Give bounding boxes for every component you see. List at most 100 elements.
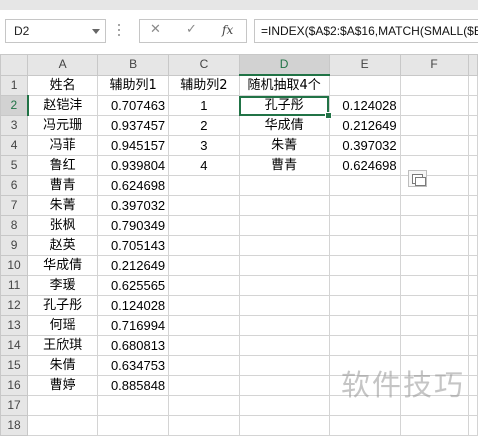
row-header-17[interactable]: 17 <box>0 395 29 416</box>
cell-e5[interactable]: 0.624698 <box>328 155 401 176</box>
cell-d11[interactable] <box>238 275 330 296</box>
cell-c11[interactable] <box>168 275 240 296</box>
cell-c18[interactable] <box>168 415 240 436</box>
cell-d14[interactable] <box>238 335 330 356</box>
cell-d1[interactable]: 随机抽取4个 <box>238 74 330 96</box>
cell-d5[interactable]: 曹青 <box>238 155 330 176</box>
confirm-icon[interactable]: ✓ <box>186 22 197 37</box>
cell-f18[interactable] <box>399 415 469 436</box>
cell-edge[interactable] <box>467 315 478 336</box>
row-header-6[interactable]: 6 <box>0 175 29 196</box>
row-header-13[interactable]: 13 <box>0 315 29 336</box>
cell-a18[interactable] <box>27 415 99 436</box>
cell-b12[interactable]: 0.124028 <box>97 295 170 316</box>
row-header-11[interactable]: 11 <box>0 275 29 296</box>
cell-b17[interactable] <box>97 395 170 416</box>
cell-a9[interactable]: 赵英 <box>27 235 99 256</box>
row-header-18[interactable]: 18 <box>0 415 29 436</box>
cell-edge[interactable] <box>467 295 478 316</box>
cell-edge[interactable] <box>467 74 478 96</box>
cell-d10[interactable] <box>238 255 330 276</box>
cell-d4[interactable]: 朱菁 <box>238 135 330 156</box>
cell-a16[interactable]: 曹婷 <box>27 375 99 396</box>
cell-b3[interactable]: 0.937457 <box>97 115 170 136</box>
cell-e13[interactable] <box>328 315 401 336</box>
cell-a2[interactable]: 赵铠沣 <box>27 95 99 116</box>
cell-f14[interactable] <box>399 335 469 356</box>
cell-edge[interactable] <box>467 155 478 176</box>
cell-b5[interactable]: 0.939804 <box>97 155 170 176</box>
column-header-c[interactable]: C <box>168 54 240 76</box>
row-header-3[interactable]: 3 <box>0 115 29 136</box>
cell-b16[interactable]: 0.885848 <box>97 375 170 396</box>
cell-e9[interactable] <box>328 235 401 256</box>
splitter-handle[interactable] <box>117 24 121 38</box>
cell-b8[interactable]: 0.790349 <box>97 215 170 236</box>
select-all-corner[interactable] <box>0 54 29 76</box>
cell-f10[interactable] <box>399 255 469 276</box>
cell-b14[interactable]: 0.680813 <box>97 335 170 356</box>
cell-edge[interactable] <box>467 275 478 296</box>
cell-b1[interactable]: 辅助列1 <box>97 74 170 96</box>
row-header-9[interactable]: 9 <box>0 235 29 256</box>
cell-a12[interactable]: 孔子彤 <box>27 295 99 316</box>
cell-c3[interactable]: 2 <box>168 115 240 136</box>
cell-c2[interactable]: 1 <box>168 95 240 116</box>
cell-c6[interactable] <box>168 175 240 196</box>
cell-d6[interactable] <box>238 175 330 196</box>
cell-d13[interactable] <box>238 315 330 336</box>
cell-e14[interactable] <box>328 335 401 356</box>
cell-e6[interactable] <box>328 175 401 196</box>
cell-d3[interactable]: 华成倩 <box>238 115 330 136</box>
cell-edge[interactable] <box>467 415 478 436</box>
cell-edge[interactable] <box>467 235 478 256</box>
row-header-15[interactable]: 15 <box>0 355 29 376</box>
cell-c9[interactable] <box>168 235 240 256</box>
cell-a14[interactable]: 王欣琪 <box>27 335 99 356</box>
column-header-b[interactable]: B <box>97 54 170 76</box>
cell-a5[interactable]: 鲁红 <box>27 155 99 176</box>
cell-f8[interactable] <box>399 215 469 236</box>
cell-e11[interactable] <box>328 275 401 296</box>
cell-a6[interactable]: 曹青 <box>27 175 99 196</box>
cell-c16[interactable] <box>168 375 240 396</box>
row-header-5[interactable]: 5 <box>0 155 29 176</box>
cell-c14[interactable] <box>168 335 240 356</box>
cell-c13[interactable] <box>168 315 240 336</box>
cell-c5[interactable]: 4 <box>168 155 240 176</box>
cell-e1[interactable] <box>328 74 401 96</box>
row-header-4[interactable]: 4 <box>0 135 29 156</box>
cell-d7[interactable] <box>238 195 330 216</box>
cell-a10[interactable]: 华成倩 <box>27 255 99 276</box>
cell-edge[interactable] <box>467 115 478 136</box>
cell-b10[interactable]: 0.212649 <box>97 255 170 276</box>
cell-edge[interactable] <box>467 195 478 216</box>
chevron-down-icon[interactable] <box>92 29 100 34</box>
name-box[interactable]: D2 <box>5 19 106 43</box>
cell-f7[interactable] <box>399 195 469 216</box>
cell-c15[interactable] <box>168 355 240 376</box>
column-header-a[interactable]: A <box>27 54 99 76</box>
cell-e10[interactable] <box>328 255 401 276</box>
row-header-8[interactable]: 8 <box>0 215 29 236</box>
fill-handle[interactable] <box>325 111 333 119</box>
cell-c8[interactable] <box>168 215 240 236</box>
cell-c17[interactable] <box>168 395 240 416</box>
paste-options-icon[interactable] <box>408 170 427 187</box>
cell-f1[interactable] <box>399 74 469 96</box>
cell-edge[interactable] <box>467 355 478 376</box>
cell-b11[interactable]: 0.625565 <box>97 275 170 296</box>
cell-edge[interactable] <box>467 395 478 416</box>
cell-c1[interactable]: 辅助列2 <box>168 74 240 96</box>
cell-c7[interactable] <box>168 195 240 216</box>
row-header-10[interactable]: 10 <box>0 255 29 276</box>
cell-c12[interactable] <box>168 295 240 316</box>
cell-b6[interactable]: 0.624698 <box>97 175 170 196</box>
column-header-next[interactable] <box>467 54 478 76</box>
cell-e3[interactable]: 0.212649 <box>328 115 401 136</box>
row-header-14[interactable]: 14 <box>0 335 29 356</box>
row-header-7[interactable]: 7 <box>0 195 29 216</box>
cell-a4[interactable]: 冯菲 <box>27 135 99 156</box>
cell-c4[interactable]: 3 <box>168 135 240 156</box>
cell-d2[interactable]: 孔子彤 <box>238 95 330 116</box>
